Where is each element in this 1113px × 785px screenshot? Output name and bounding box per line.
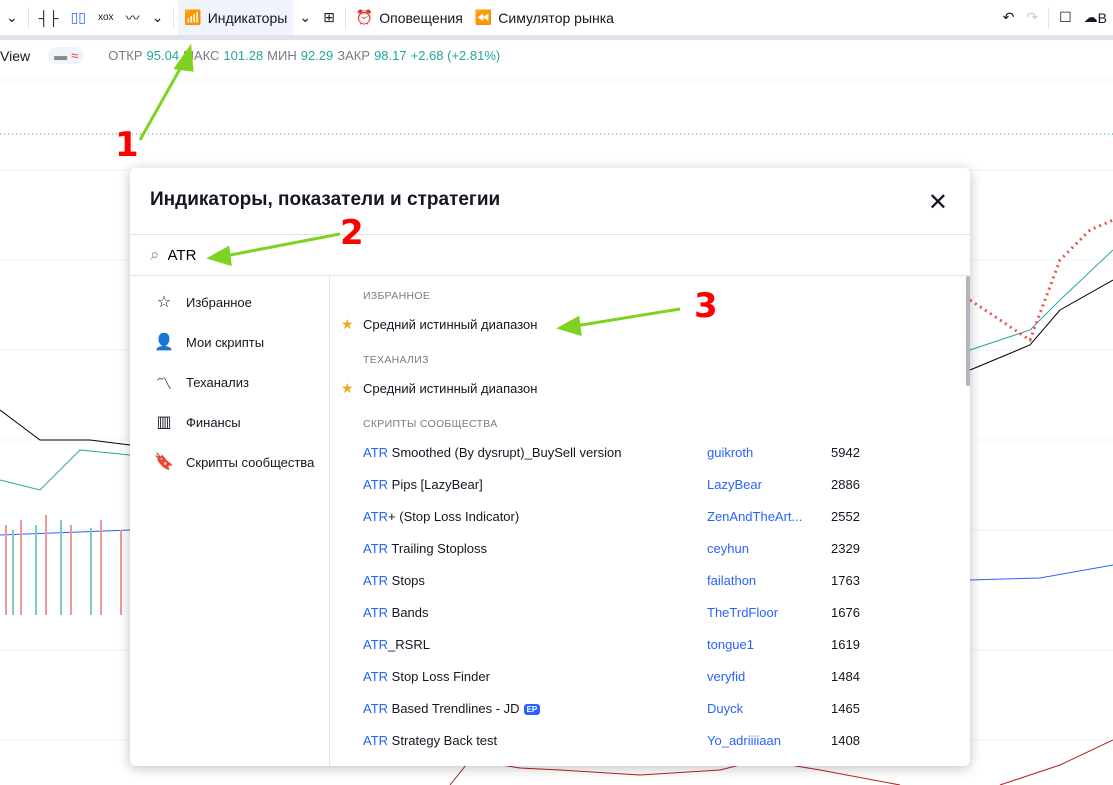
annotation-number-1: 1	[115, 125, 139, 165]
annotation-number-3: 3	[694, 286, 718, 326]
annotation-number-2: 2	[340, 213, 364, 253]
annotation-arrows	[138, 43, 681, 337]
